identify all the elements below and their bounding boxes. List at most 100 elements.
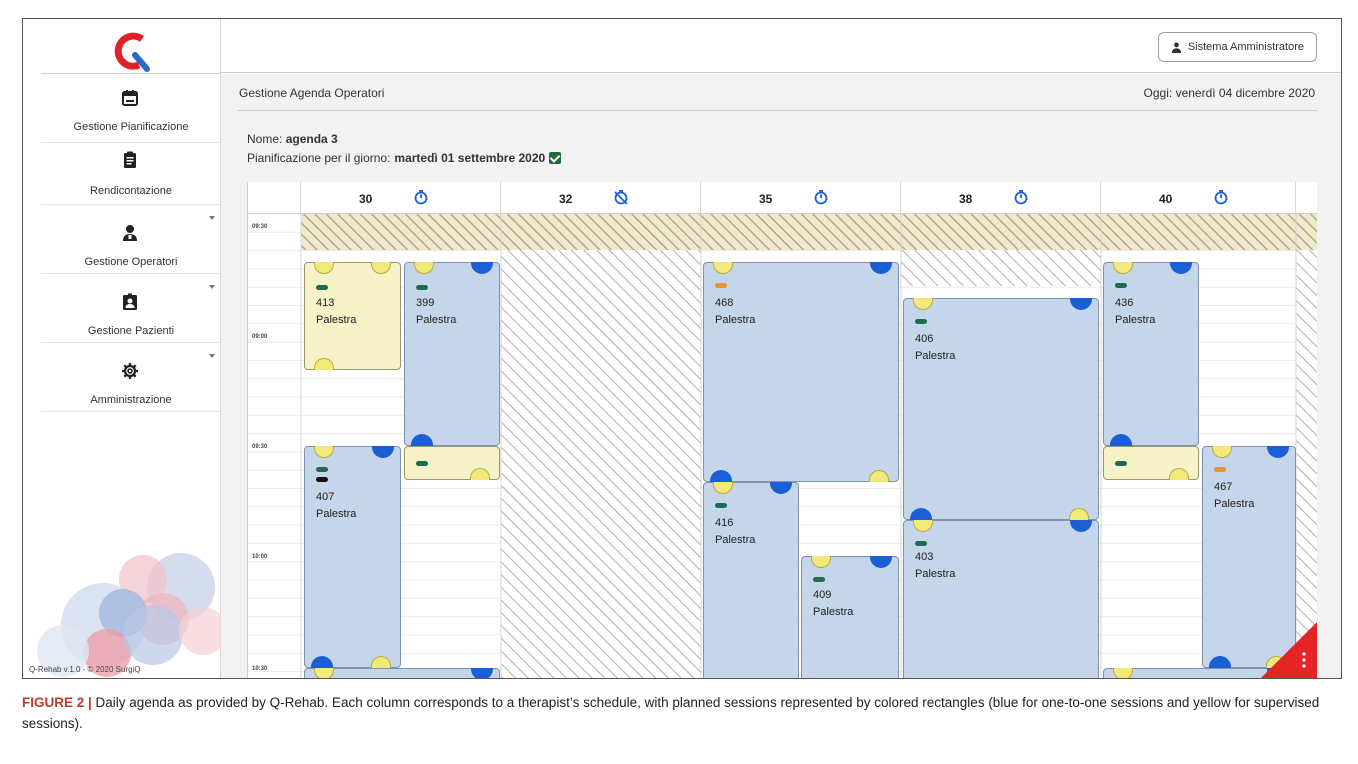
confirmed-check-icon[interactable]	[549, 152, 562, 164]
session-code: 407	[316, 491, 335, 503]
sidebar-item-amministrazione[interactable]: Amministrazione	[41, 344, 221, 412]
session-place: Palestra	[1214, 498, 1255, 510]
sidebar-item-pianificazione[interactable]: Gestione Pianificazione	[41, 75, 221, 143]
column-header-38[interactable]: 38	[901, 182, 1101, 214]
session-code: 467	[1214, 481, 1233, 493]
session-block[interactable]: 399 Palestra	[404, 262, 500, 446]
session-code: 436	[1115, 297, 1134, 309]
session-block[interactable]: 409 Palestra	[801, 556, 899, 678]
supervised-marker	[314, 358, 334, 370]
one-to-one-marker	[1267, 446, 1289, 458]
column-header-32[interactable]: 32	[501, 182, 701, 214]
timer-icon[interactable]	[1213, 189, 1229, 205]
session-block[interactable]: 407 Palestra	[304, 446, 401, 668]
today-date: Oggi: venerdì 04 dicembre 2020	[1143, 86, 1315, 100]
supervised-marker	[1069, 508, 1089, 520]
supervised-marker	[314, 262, 334, 274]
supervised-marker	[414, 262, 434, 274]
sidebar-divider	[41, 73, 221, 74]
one-to-one-marker	[870, 556, 892, 568]
one-to-one-marker	[1070, 520, 1092, 532]
planning-date-row: Pianificazione per il giorno: martedì 01…	[247, 151, 562, 165]
status-pill	[316, 477, 328, 482]
status-pill	[316, 467, 328, 472]
one-to-one-marker	[1070, 298, 1092, 310]
agenda-name-label: Nome:	[247, 132, 283, 146]
chevron-down-icon	[209, 285, 215, 289]
time-label: 10:30	[252, 666, 268, 672]
session-block[interactable]: 406 Palestra	[903, 298, 1099, 520]
session-place: Palestra	[813, 606, 854, 618]
column-number: 32	[559, 192, 573, 206]
one-to-one-marker	[770, 482, 792, 494]
top-bar: Sistema Amministratore	[221, 19, 1341, 73]
sidebar: Gestione Pianificazione Rendicontazione …	[23, 19, 223, 678]
timer-icon[interactable]	[813, 189, 829, 205]
sidebar-item-operatori[interactable]: Gestione Operatori	[41, 206, 221, 274]
supervised-marker	[470, 468, 490, 480]
more-vertical-icon[interactable]	[1301, 652, 1307, 668]
status-pill	[1115, 283, 1127, 288]
sidebar-item-label: Rendicontazione	[90, 185, 172, 197]
session-code: 406	[915, 333, 934, 345]
session-place: Palestra	[416, 314, 457, 326]
user-icon	[1171, 42, 1181, 53]
one-to-one-marker	[471, 668, 493, 678]
admin-user-button[interactable]: Sistema Amministratore	[1157, 32, 1317, 62]
session-block[interactable]: 416 Palestra	[703, 482, 799, 678]
decorative-bubbles	[37, 553, 223, 677]
column-header-partial	[1296, 182, 1317, 214]
figure-caption: FIGURE 2 | Daily agenda as provided by Q…	[22, 692, 1342, 734]
column-number: 38	[959, 192, 973, 206]
one-to-one-marker	[311, 656, 333, 668]
column-header-35[interactable]: 35	[701, 182, 901, 214]
session-block[interactable]	[304, 668, 500, 678]
one-to-one-marker	[1170, 262, 1192, 274]
timer-off-icon[interactable]	[613, 189, 629, 205]
column-header-40[interactable]: 40	[1101, 182, 1296, 214]
status-pill	[1214, 467, 1226, 472]
column-number: 40	[1159, 192, 1173, 206]
one-to-one-marker	[471, 262, 493, 274]
time-column-header	[248, 182, 301, 214]
column-header-30[interactable]: 30	[301, 182, 501, 214]
timer-icon[interactable]	[413, 189, 429, 205]
status-pill	[813, 577, 825, 582]
session-place: Palestra	[715, 534, 756, 546]
session-place: Palestra	[915, 350, 956, 362]
status-pill	[915, 319, 927, 324]
supervised-marker	[1113, 262, 1133, 274]
session-block[interactable]	[1103, 446, 1199, 480]
session-code: 416	[715, 517, 734, 529]
timer-icon[interactable]	[1013, 189, 1029, 205]
status-pill	[915, 541, 927, 546]
sidebar-item-label: Amministrazione	[90, 394, 172, 406]
session-place: Palestra	[316, 508, 357, 520]
sidebar-item-pazienti[interactable]: Gestione Pazienti	[41, 275, 221, 343]
session-block[interactable]: 468 Palestra	[703, 262, 899, 482]
planning-date-value: martedì 01 settembre 2020	[394, 151, 546, 165]
session-block[interactable]: 413 Palestra	[304, 262, 401, 370]
supervised-marker	[314, 668, 334, 678]
supervised-marker	[1113, 668, 1133, 678]
clipboard-icon	[124, 151, 136, 168]
session-block[interactable]: 436 Palestra	[1103, 262, 1199, 446]
gear-icon	[122, 363, 138, 379]
planning-label: Pianificazione per il giorno:	[247, 151, 391, 165]
session-place: Palestra	[316, 314, 357, 326]
one-to-one-marker	[372, 446, 394, 458]
one-to-one-marker	[411, 434, 433, 446]
agenda-grid: 30 32 35 38 40 09:30 09:00 09:30 10:00 1…	[247, 182, 1317, 678]
page-title: Gestione Agenda Operatori	[239, 86, 385, 100]
supervised-marker	[811, 556, 831, 568]
floating-menu-button[interactable]	[1259, 622, 1317, 678]
column-number: 30	[359, 192, 373, 206]
status-pill	[1115, 461, 1127, 466]
figure-label: FIGURE 2 |	[22, 695, 92, 710]
supervised-marker	[314, 446, 334, 458]
sidebar-item-rendicontazione[interactable]: Rendicontazione	[41, 143, 221, 205]
session-block[interactable]	[404, 446, 500, 480]
session-block[interactable]: 403 Palestra	[903, 520, 1099, 678]
session-place: Palestra	[715, 314, 756, 326]
q-rehab-logo[interactable]	[109, 29, 155, 75]
